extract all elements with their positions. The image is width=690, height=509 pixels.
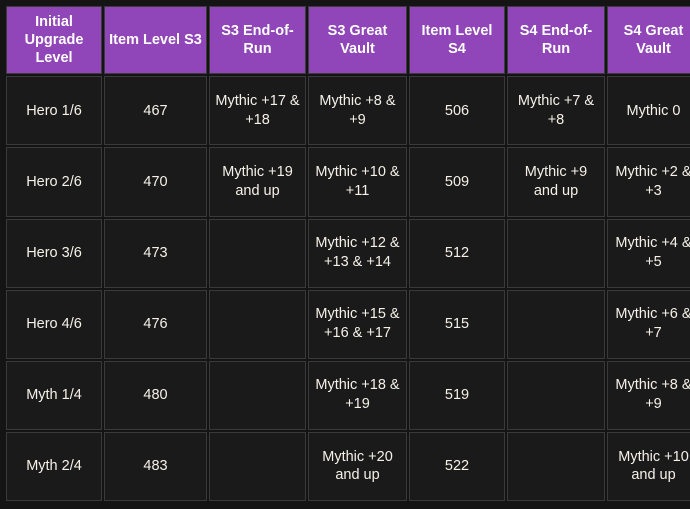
table-row: Hero 2/6 470 Mythic +19 and up Mythic +1… <box>6 147 690 217</box>
table-header: Initial Upgrade Level Item Level S3 S3 E… <box>6 6 690 75</box>
column-header-s4-end-of-run: S4 End-of-Run <box>507 6 605 75</box>
cell-item-level-s4: 519 <box>409 360 505 430</box>
cell-s4-great-vault: Mythic +10 and up <box>607 431 690 501</box>
table-row: Myth 1/4 480 Mythic +18 & +19 519 Mythic… <box>6 360 690 430</box>
cell-s4-end-of-run <box>507 360 605 430</box>
cell-s4-end-of-run <box>507 289 605 359</box>
cell-s4-end-of-run <box>507 431 605 501</box>
column-header-s3-great-vault: S3 Great Vault <box>308 6 407 75</box>
cell-initial-upgrade-level: Hero 3/6 <box>6 218 102 288</box>
cell-initial-upgrade-level: Hero 1/6 <box>6 76 102 146</box>
cell-s3-great-vault: Mythic +20 and up <box>308 431 407 501</box>
cell-s3-great-vault: Mythic +10 & +11 <box>308 147 407 217</box>
cell-initial-upgrade-level: Hero 4/6 <box>6 289 102 359</box>
cell-item-level-s3: 467 <box>104 76 207 146</box>
cell-item-level-s3: 476 <box>104 289 207 359</box>
column-header-s3-end-of-run: S3 End-of-Run <box>209 6 306 75</box>
column-header-item-level-s4: Item Level S4 <box>409 6 505 75</box>
cell-item-level-s3: 470 <box>104 147 207 217</box>
table-row: Myth 2/4 483 Mythic +20 and up 522 Mythi… <box>6 431 690 501</box>
cell-item-level-s4: 515 <box>409 289 505 359</box>
table-row: Hero 4/6 476 Mythic +15 & +16 & +17 515 … <box>6 289 690 359</box>
cell-s4-great-vault: Mythic +6 & +7 <box>607 289 690 359</box>
cell-item-level-s4: 506 <box>409 76 505 146</box>
cell-initial-upgrade-level: Myth 1/4 <box>6 360 102 430</box>
cell-initial-upgrade-level: Hero 2/6 <box>6 147 102 217</box>
cell-item-level-s4: 512 <box>409 218 505 288</box>
cell-s4-great-vault: Mythic +4 & +5 <box>607 218 690 288</box>
table-body: Hero 1/6 467 Mythic +17 & +18 Mythic +8 … <box>6 76 690 501</box>
cell-s4-great-vault: Mythic 0 <box>607 76 690 146</box>
cell-initial-upgrade-level: Myth 2/4 <box>6 431 102 501</box>
column-header-item-level-s3: Item Level S3 <box>104 6 207 75</box>
cell-item-level-s4: 522 <box>409 431 505 501</box>
cell-s4-great-vault: Mythic +8 & +9 <box>607 360 690 430</box>
cell-item-level-s3: 483 <box>104 431 207 501</box>
cell-s4-end-of-run <box>507 218 605 288</box>
gear-upgrade-table: Initial Upgrade Level Item Level S3 S3 E… <box>4 4 690 503</box>
cell-s3-great-vault: Mythic +18 & +19 <box>308 360 407 430</box>
cell-s3-great-vault: Mythic +15 & +16 & +17 <box>308 289 407 359</box>
header-row: Initial Upgrade Level Item Level S3 S3 E… <box>6 6 690 75</box>
cell-s3-end-of-run <box>209 360 306 430</box>
cell-item-level-s3: 480 <box>104 360 207 430</box>
column-header-initial-upgrade-level: Initial Upgrade Level <box>6 6 102 75</box>
cell-s4-great-vault: Mythic +2 & +3 <box>607 147 690 217</box>
cell-s4-end-of-run: Mythic +9 and up <box>507 147 605 217</box>
cell-s3-end-of-run <box>209 218 306 288</box>
table-frame: Initial Upgrade Level Item Level S3 S3 E… <box>0 0 690 509</box>
cell-s3-end-of-run: Mythic +19 and up <box>209 147 306 217</box>
cell-s3-end-of-run: Mythic +17 & +18 <box>209 76 306 146</box>
cell-item-level-s3: 473 <box>104 218 207 288</box>
table-row: Hero 3/6 473 Mythic +12 & +13 & +14 512 … <box>6 218 690 288</box>
column-header-s4-great-vault: S4 Great Vault <box>607 6 690 75</box>
cell-s3-great-vault: Mythic +8 & +9 <box>308 76 407 146</box>
cell-s3-end-of-run <box>209 289 306 359</box>
table-row: Hero 1/6 467 Mythic +17 & +18 Mythic +8 … <box>6 76 690 146</box>
cell-s3-end-of-run <box>209 431 306 501</box>
cell-s3-great-vault: Mythic +12 & +13 & +14 <box>308 218 407 288</box>
cell-s4-end-of-run: Mythic +7 & +8 <box>507 76 605 146</box>
cell-item-level-s4: 509 <box>409 147 505 217</box>
